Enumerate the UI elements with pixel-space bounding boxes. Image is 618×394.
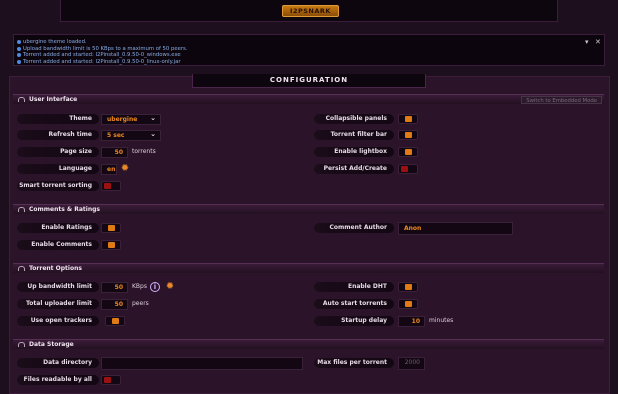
snark-logo-button[interactable]: I2PSNARK bbox=[282, 5, 339, 17]
message-item: Upload bandwidth limit is 50 KBps to a m… bbox=[17, 46, 187, 53]
open-trackers-toggle[interactable] bbox=[105, 316, 125, 326]
up-bandwidth-unit: KBps bbox=[132, 283, 147, 290]
persist-toggle[interactable] bbox=[398, 164, 418, 174]
enable-dht-label: Enable DHT bbox=[314, 282, 394, 292]
filter-bar-label: Torrent filter bar bbox=[314, 130, 394, 140]
enable-dht-toggle[interactable] bbox=[398, 282, 418, 292]
section-comments-ratings: Comments & Ratings bbox=[13, 204, 604, 214]
page-size-label: Page size bbox=[17, 147, 99, 157]
info-dot-icon bbox=[17, 53, 21, 58]
language-label: Language bbox=[17, 164, 99, 174]
max-files-label: Max files per torrent bbox=[314, 358, 394, 368]
gear-icon[interactable]: ✹ bbox=[165, 282, 175, 292]
smart-sort-label: Smart torrent sorting bbox=[17, 181, 99, 191]
page-size-unit: torrents bbox=[132, 148, 156, 155]
refresh-time-select[interactable]: 5 sec bbox=[101, 130, 161, 141]
enable-comments-toggle[interactable] bbox=[101, 240, 121, 250]
section-data-storage: Data Storage bbox=[13, 339, 604, 349]
switch-embedded-button[interactable]: Switch to Embedded Mode bbox=[521, 96, 602, 104]
theme-label: Theme bbox=[17, 114, 99, 124]
auto-start-toggle[interactable] bbox=[398, 299, 418, 309]
message-item: ubergine theme loaded. bbox=[17, 39, 187, 46]
message-item: Torrent added and started: I2Pinstall_0.… bbox=[17, 59, 187, 66]
info-icon[interactable]: i bbox=[150, 282, 160, 292]
config-title: CONFIGURATION bbox=[192, 74, 426, 88]
startup-delay-unit: minutes bbox=[429, 317, 454, 324]
auto-start-label: Auto start torrents bbox=[314, 299, 394, 309]
up-bandwidth-input[interactable]: 50 bbox=[101, 282, 128, 293]
collapsible-label: Collapsible panels bbox=[314, 114, 394, 124]
lightbox-label: Enable lightbox bbox=[314, 147, 394, 157]
startup-delay-label: Startup delay bbox=[314, 316, 394, 326]
theme-select[interactable]: ubergine bbox=[101, 114, 161, 125]
section-icon bbox=[18, 342, 25, 347]
total-uploader-label: Total uploader limit bbox=[17, 299, 99, 309]
smart-sort-toggle[interactable] bbox=[101, 181, 121, 191]
refresh-time-label: Refresh time bbox=[17, 130, 99, 140]
section-icon bbox=[18, 207, 25, 212]
persist-label: Persist Add/Create bbox=[314, 164, 394, 174]
enable-ratings-toggle[interactable] bbox=[101, 223, 121, 233]
startup-delay-input[interactable]: 10 bbox=[398, 316, 425, 327]
message-log: ubergine theme loaded. Upload bandwidth … bbox=[13, 34, 605, 66]
gear-icon[interactable]: ✹ bbox=[120, 164, 130, 174]
filter-bar-toggle[interactable] bbox=[398, 130, 418, 140]
comment-author-input[interactable]: Anon bbox=[398, 222, 513, 235]
section-icon bbox=[18, 266, 25, 271]
enable-ratings-label: Enable Ratings bbox=[17, 223, 99, 233]
readable-toggle[interactable] bbox=[101, 375, 121, 385]
collapse-messages-icon[interactable]: ▾ bbox=[585, 38, 589, 46]
section-icon bbox=[18, 97, 25, 102]
total-uploader-input[interactable]: 50 bbox=[101, 299, 128, 310]
section-torrent-options: Torrent Options bbox=[13, 263, 604, 273]
readable-label: Files readable by all bbox=[17, 375, 99, 385]
language-value[interactable]: en bbox=[101, 164, 117, 175]
open-trackers-label: Use open trackers bbox=[17, 316, 99, 326]
info-dot-icon bbox=[17, 40, 21, 45]
section-user-interface: User Interface Switch to Embedded Mode bbox=[13, 94, 604, 104]
enable-comments-label: Enable Comments bbox=[17, 240, 99, 250]
lightbox-toggle[interactable] bbox=[398, 147, 418, 157]
info-dot-icon bbox=[17, 60, 21, 65]
message-item: Torrent added and started: I2Pinstall_0.… bbox=[17, 52, 187, 59]
info-dot-icon bbox=[17, 46, 21, 51]
total-uploader-unit: peers bbox=[132, 300, 149, 307]
comment-author-label: Comment Author bbox=[314, 223, 394, 233]
logo-label: I2PSNARK bbox=[290, 7, 331, 15]
up-bandwidth-label: Up bandwidth limit bbox=[17, 282, 99, 292]
page-size-input[interactable]: 50 bbox=[101, 147, 128, 158]
data-directory-input[interactable] bbox=[101, 357, 303, 370]
data-directory-label: Data directory bbox=[17, 358, 99, 368]
collapsible-toggle[interactable] bbox=[398, 114, 418, 124]
close-messages-icon[interactable]: ✕ bbox=[595, 38, 601, 46]
max-files-input[interactable]: 2000 bbox=[398, 357, 425, 370]
